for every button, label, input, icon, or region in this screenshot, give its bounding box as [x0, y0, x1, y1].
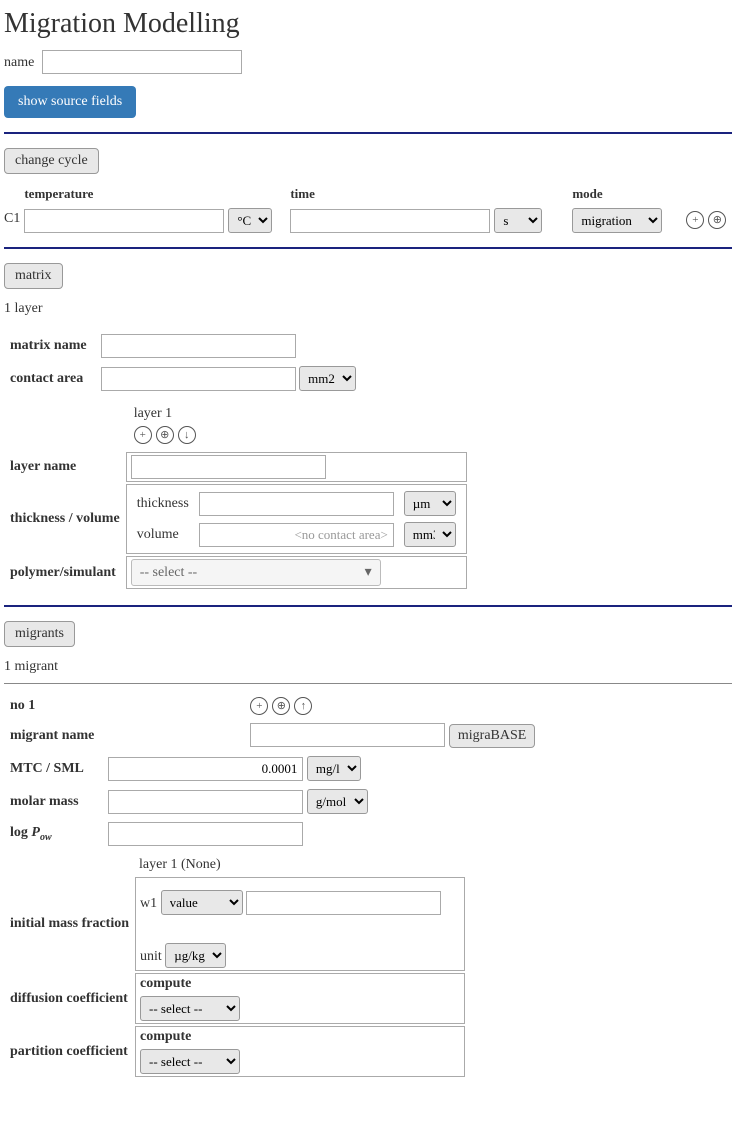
unit-label: unit — [140, 949, 162, 964]
partition-compute-select[interactable]: -- select -- — [140, 1049, 240, 1074]
molar-mass-label: molar mass — [6, 786, 102, 817]
add-migrant-icon[interactable]: + — [250, 697, 268, 715]
layer-name-input[interactable] — [131, 455, 326, 479]
sub-divider — [4, 683, 732, 684]
name-label: name — [4, 55, 34, 70]
migrabase-button[interactable]: migraBASE — [449, 724, 535, 748]
move-up-icon[interactable]: ↑ — [294, 697, 312, 715]
page-title: Migration Modelling — [4, 8, 732, 40]
w1-value-input[interactable] — [246, 891, 441, 915]
time-input[interactable] — [290, 209, 490, 233]
temperature-unit-select[interactable]: °C — [228, 208, 272, 233]
diffusion-coefficient-label: diffusion coefficient — [6, 973, 133, 1024]
matrix-name-label: matrix name — [6, 331, 95, 361]
mtc-sml-label: MTC / SML — [6, 753, 102, 784]
molar-mass-input[interactable] — [108, 790, 303, 814]
link-layer-icon[interactable]: ⊕ — [156, 426, 174, 444]
thickness-input[interactable] — [199, 492, 394, 516]
time-unit-select[interactable]: s — [494, 208, 542, 233]
show-source-fields-button[interactable]: show source fields — [4, 86, 136, 118]
log-pow-input[interactable] — [108, 822, 303, 846]
time-header: time — [290, 186, 550, 202]
move-down-icon[interactable]: ↓ — [178, 426, 196, 444]
partition-coefficient-label: partition coefficient — [6, 1026, 133, 1077]
divider — [4, 132, 732, 134]
compute-label: compute — [140, 976, 460, 992]
layer-count-label: 1 layer — [4, 301, 732, 317]
w1-type-select[interactable]: value — [161, 890, 243, 915]
layer-header: layer 1 — [130, 406, 463, 422]
mode-select[interactable]: migration — [572, 208, 662, 233]
contact-area-unit-select[interactable]: mm2 — [299, 366, 356, 391]
temperature-header: temperature — [24, 186, 274, 202]
link-migrant-icon[interactable]: ⊕ — [272, 697, 290, 715]
layer-name-label: layer name — [6, 452, 124, 482]
link-cycle-icon[interactable]: ⊕ — [708, 211, 726, 229]
diffusion-compute-select[interactable]: -- select -- — [140, 996, 240, 1021]
migrants-button[interactable]: migrants — [4, 621, 75, 647]
compute-label: compute — [140, 1029, 460, 1045]
mtc-sml-input[interactable] — [108, 757, 303, 781]
volume-label: volume — [133, 520, 193, 549]
polymer-select[interactable]: -- select -- ▾ — [131, 559, 381, 586]
chevron-down-icon: ▾ — [365, 564, 372, 581]
mode-header: mode — [572, 186, 662, 202]
volume-input[interactable] — [199, 523, 394, 547]
migrant-name-input[interactable] — [250, 723, 445, 747]
migrant-layer-header: layer 1 (None) — [135, 855, 465, 875]
thickness-volume-label: thickness / volume — [6, 484, 124, 554]
log-pow-label: log Pow — [6, 819, 102, 849]
w1-label: w1 — [140, 896, 157, 911]
add-cycle-icon[interactable]: + — [686, 211, 704, 229]
name-input[interactable] — [42, 50, 242, 74]
initial-mass-fraction-label: initial mass fraction — [6, 877, 133, 971]
migrant-count-label: 1 migrant — [4, 659, 732, 675]
thickness-label: thickness — [133, 489, 193, 518]
add-layer-icon[interactable]: + — [134, 426, 152, 444]
mass-fraction-unit-select[interactable]: µg/kg — [165, 943, 226, 968]
cycle-row-label: C1 — [4, 211, 20, 233]
temperature-input[interactable] — [24, 209, 224, 233]
thickness-unit-select[interactable]: µm — [404, 491, 456, 516]
matrix-name-input[interactable] — [101, 334, 296, 358]
molar-mass-unit-select[interactable]: g/mol — [307, 789, 368, 814]
migrant-name-label: migrant name — [6, 720, 102, 751]
divider — [4, 247, 732, 249]
volume-unit-select[interactable]: mm3 — [404, 522, 456, 547]
matrix-button[interactable]: matrix — [4, 263, 63, 289]
migrant-no-label: no 1 — [6, 694, 102, 718]
polymer-simulant-label: polymer/simulant — [6, 556, 124, 589]
divider — [4, 605, 732, 607]
contact-area-input[interactable] — [101, 367, 296, 391]
contact-area-label: contact area — [6, 363, 95, 394]
mtc-sml-unit-select[interactable]: mg/l — [307, 756, 361, 781]
change-cycle-button[interactable]: change cycle — [4, 148, 99, 174]
